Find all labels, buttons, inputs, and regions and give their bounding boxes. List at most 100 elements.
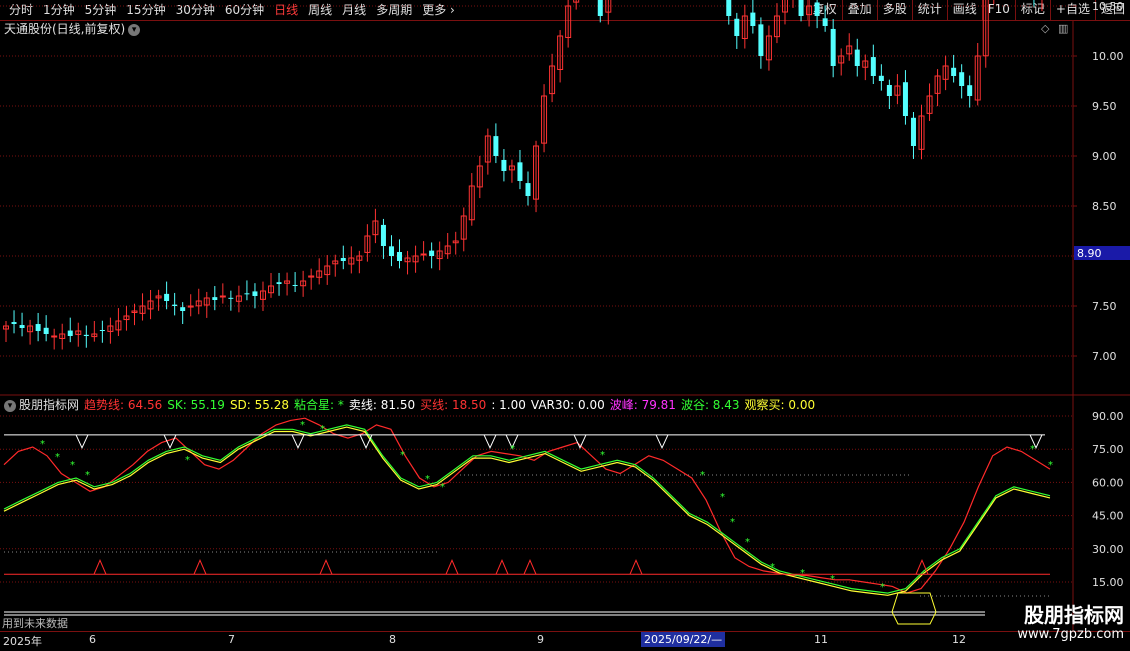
bond-star: * [400,450,405,461]
bond-star: * [85,470,90,481]
bond-star: * [880,582,885,593]
price-axis: 13.0012.5012.0011.5011.0010.5010.009.509… [1073,0,1130,363]
candle-body [397,252,403,261]
buy-signal-marker [93,558,107,575]
candle-body [886,84,892,96]
candle-body [420,253,427,256]
bond-star: * [730,517,735,528]
indicator-value-4: 卖线: 81.50 [348,398,416,412]
candle-body [870,57,876,76]
candle-body [501,159,507,171]
candle-body [252,291,258,296]
candle-body [910,117,916,146]
crosshair-date: 2025/09/22/— [641,632,726,647]
candle-body [212,297,218,300]
candle-body [219,295,226,298]
candle-body [493,136,499,156]
candle-body [228,297,234,299]
candle-body [172,304,178,306]
candle-body [164,293,170,301]
bond-star: * [745,537,750,548]
price-tick-label: 9.50 [1092,100,1117,113]
candle-body [517,162,523,181]
future-data-note: 用到未来数据 [2,617,68,630]
candle-body [83,334,89,336]
date-label-jul: 7 [228,633,235,646]
candle-body [380,224,386,246]
indicator-values: 趋势线: 64.56 SK: 55.19 SD: 55.28 粘合星: * 卖线: 81… [84,398,820,412]
bond-star: * [55,452,60,463]
price-tick-label: 10.00 [1092,50,1124,63]
bond-star: * [185,455,190,466]
buy-signal-marker [445,558,459,575]
date-label-jun: 6 [89,633,96,646]
indicator-value-8: 波峰: 79.81 [609,398,676,412]
candle-body [67,330,73,336]
indicator-value-6: : 1.00 [491,398,526,412]
bond-star: * [830,574,835,585]
candle-body [878,75,884,81]
sd-line [3,426,1051,596]
buy-signal-marker [495,558,509,575]
price-tick-label: 8.50 [1092,200,1117,213]
indicator-value-10: 观察买: 0.00 [744,398,816,412]
sell-signal-marker [291,434,305,450]
watermark-title: 股朋指标网 [1024,603,1124,627]
observe-buy-box [891,592,937,625]
indicator-value-2: SD: 55.28 [229,398,290,412]
candle-body [959,72,965,86]
candle-body [11,322,17,324]
indicator-value-5: 买线: 18.50 [420,398,487,412]
candle-body [830,28,836,67]
bond-star: * [800,568,805,579]
indicator-value-9: 波谷: 8.43 [680,398,740,412]
candle-body [734,18,740,36]
date-label-dec: 12 [952,633,966,646]
sell-signal-marker [483,434,497,450]
bond-star: * [320,424,325,435]
indicator-value-7: VAR30: 0.00 [530,398,605,412]
bond-star: * [300,420,305,431]
bond-star: * [770,562,775,573]
indicator-title: ▾ 股朋指标网 趋势线: 64.56 SK: 55.19 SD: 55.28 粘合星: *… [4,398,825,412]
candle-body [525,183,531,196]
candle-body [967,85,973,96]
date-label-nov: 11 [814,633,828,646]
price-tick-label: 9.00 [1092,150,1117,163]
candle-body [51,335,58,338]
candle-body [180,307,186,311]
chevron-down-icon[interactable]: ▾ [4,399,16,412]
candle-body [902,82,908,116]
indicator-tick-label: 15.00 [1092,576,1124,589]
bond-star: * [1030,444,1035,455]
candle-body [276,282,282,284]
candle-body [951,67,957,76]
candle-body [388,246,394,256]
bond-star: * [40,439,45,450]
candle-body [340,257,346,261]
current-price-label: 8.90 [1077,247,1102,260]
date-label-aug: 8 [389,633,396,646]
indicator-value-1: SK: 55.19 [167,398,225,412]
date-label-year: 2025年 [3,635,42,648]
buy-signal-marker [319,558,333,575]
bond-star: * [720,492,725,503]
indicator-tick-label: 60.00 [1092,476,1124,489]
bond-star: * [1048,460,1053,471]
indicator-value-0: 趋势线: 64.56 [84,398,163,412]
candle-body [19,325,25,328]
bond-star: * [600,450,605,461]
buy-signal-marker [629,558,643,575]
indicator-tick-label: 45.00 [1092,510,1124,523]
buy-signal-marker [523,558,537,575]
indicator-tick-label: 90.00 [1092,410,1124,423]
candle-body [292,284,298,286]
indicator-name[interactable]: 股朋指标网 [19,398,79,412]
candle-body [822,18,828,26]
candle-body [429,250,435,256]
candlestick-series [3,0,1043,350]
indicator-tick-label: 30.00 [1092,543,1124,556]
bond-star: * [440,482,445,493]
chart-canvas: 13.0012.5012.0011.5011.0010.5010.009.509… [0,0,1130,631]
watermark-url: www.7gpzb.com [1017,627,1124,642]
